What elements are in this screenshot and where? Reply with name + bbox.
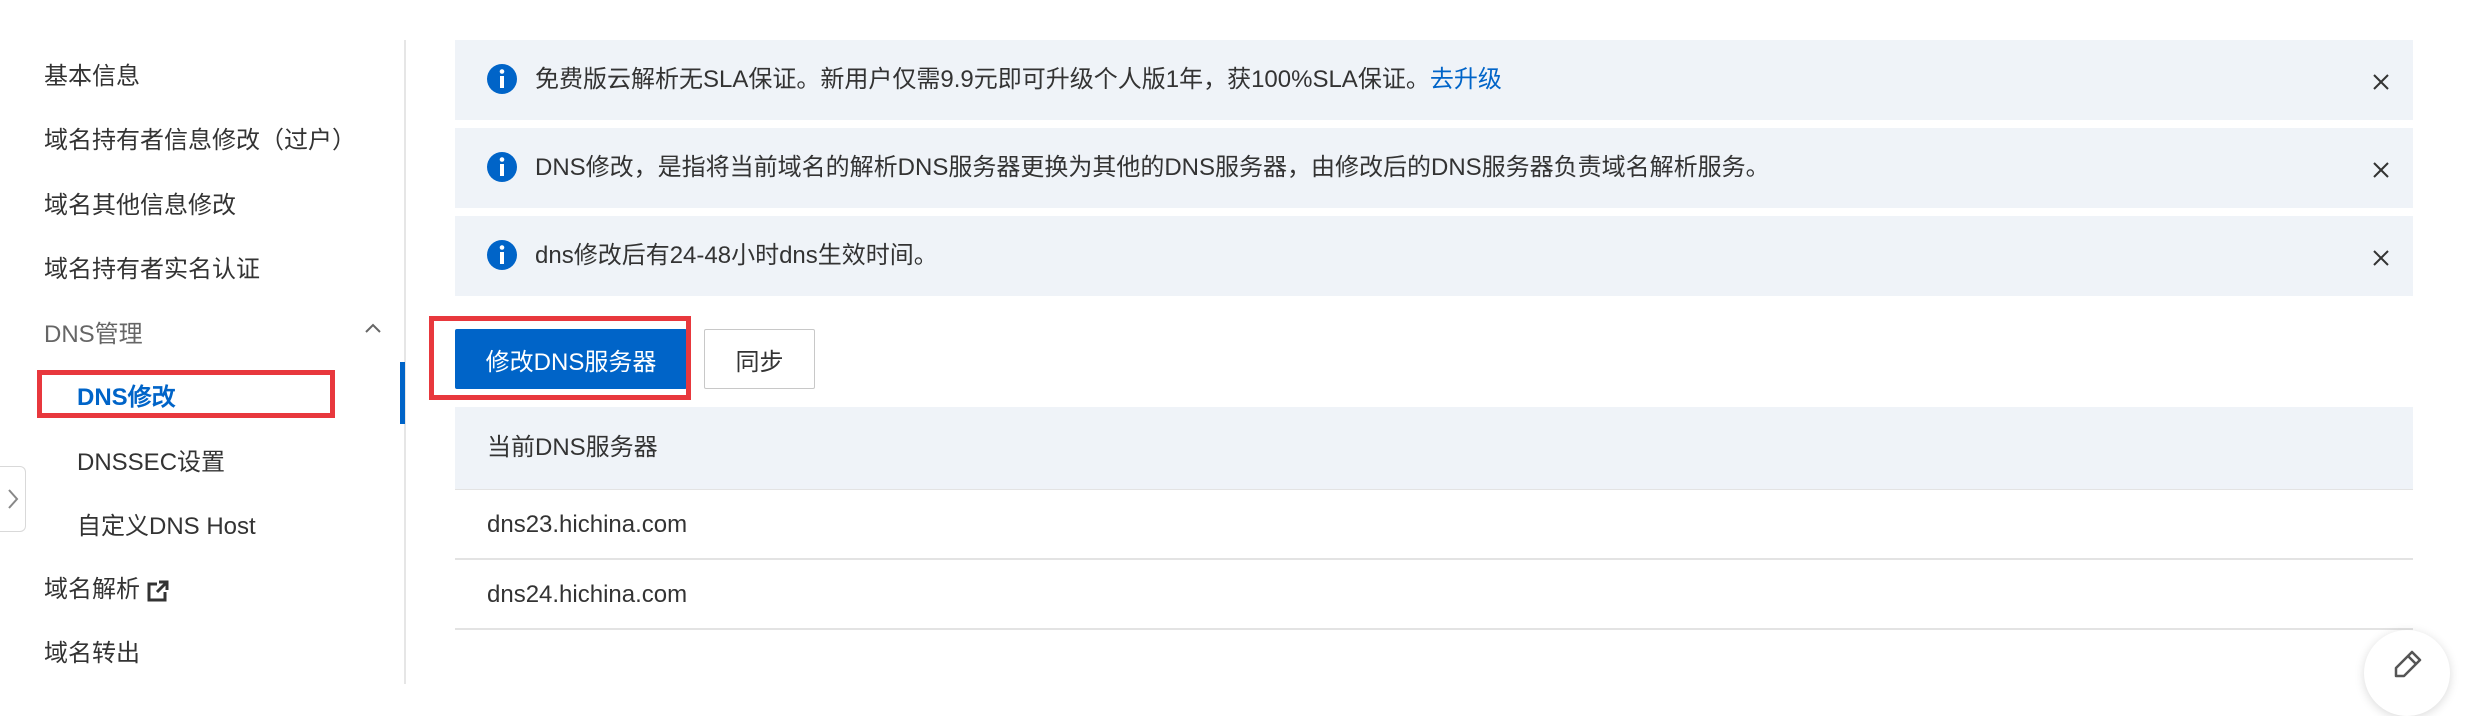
alert-effect-time: dns修改后有24-48小时dns生效时间。 [455, 216, 2413, 296]
sidebar-item-dnssec[interactable]: DNSSEC设置 [77, 446, 225, 480]
alert-text: 免费版云解析无SLA保证。新用户仅需9.9元即可升级个人版1年，获100%SLA… [535, 40, 1502, 120]
chevron-up-icon[interactable] [362, 318, 384, 340]
info-icon [487, 152, 517, 182]
close-icon[interactable] [2371, 160, 2391, 180]
active-indicator [400, 362, 405, 424]
alert-message: dns修改后有24-48小时dns生效时间。 [535, 242, 938, 269]
sidebar-item-dns-resolve[interactable]: 域名解析 [44, 573, 170, 607]
info-icon [487, 240, 517, 270]
close-icon[interactable] [2371, 248, 2391, 268]
dns-server-value: dns24.hichina.com [487, 581, 688, 608]
alert-message: 免费版云解析无SLA保证。新用户仅需9.9元即可升级个人版1年，获100%SLA… [535, 66, 1430, 93]
alert-dns-explain: DNS修改，是指将当前域名的解析DNS服务器更换为其他的DNS服务器，由修改后的… [455, 128, 2413, 208]
info-icon [487, 64, 517, 94]
sidebar-toggle[interactable] [0, 466, 26, 532]
sidebar-item-real-name[interactable]: 域名持有者实名认证 [44, 253, 260, 287]
feedback-edit-button[interactable] [2364, 630, 2450, 716]
annotation-highlight-sidebar [37, 370, 335, 418]
sync-button[interactable]: 同步 [704, 329, 815, 389]
upgrade-link[interactable]: 去升级 [1430, 66, 1502, 93]
annotation-highlight-button [429, 316, 691, 400]
sidebar-item-transfer-out[interactable]: 域名转出 [44, 637, 140, 671]
sidebar-item-basic-info[interactable]: 基本信息 [44, 60, 140, 94]
alert-upgrade: 免费版云解析无SLA保证。新用户仅需9.9元即可升级个人版1年，获100%SLA… [455, 40, 2413, 120]
table-row: dns24.hichina.com [455, 560, 2413, 630]
sidebar-item-custom-dns-host[interactable]: 自定义DNS Host [77, 510, 256, 544]
dns-server-table: 当前DNS服务器 dns23.hichina.com dns24.hichina… [455, 407, 2413, 630]
pencil-icon [2394, 650, 2422, 678]
sidebar-item-owner-change[interactable]: 域名持有者信息修改（过户） [44, 124, 356, 158]
external-link-icon [147, 579, 169, 602]
close-icon[interactable] [2371, 72, 2391, 92]
sidebar-item-label: 域名解析 [44, 576, 140, 603]
chevron-right-icon [7, 489, 18, 509]
alert-message: DNS修改，是指将当前域名的解析DNS服务器更换为其他的DNS服务器，由修改后的… [535, 154, 1770, 181]
table-row: dns23.hichina.com [455, 490, 2413, 560]
sidebar-group-dns[interactable]: DNS管理 [44, 318, 143, 352]
table-header: 当前DNS服务器 [455, 407, 2413, 490]
dns-server-value: dns23.hichina.com [487, 511, 688, 538]
column-header: 当前DNS服务器 [487, 434, 658, 461]
sidebar-item-other-info[interactable]: 域名其他信息修改 [44, 189, 236, 223]
sidebar: 基本信息 域名持有者信息修改（过户） 域名其他信息修改 域名持有者实名认证 DN… [0, 0, 404, 684]
